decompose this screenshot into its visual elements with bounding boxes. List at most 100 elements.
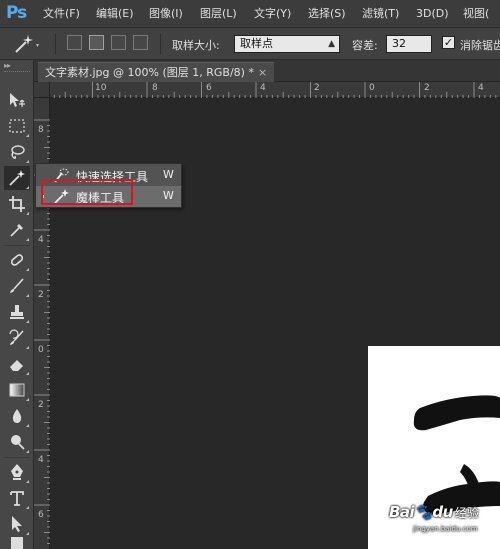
magic-wand-icon	[15, 35, 39, 53]
ruler-label: 6	[38, 510, 44, 520]
panel-grip[interactable]	[4, 71, 30, 73]
ruler-label: 6	[206, 83, 212, 93]
divider	[55, 33, 56, 55]
ruler-label: 8	[38, 125, 44, 135]
blur-icon	[12, 409, 22, 423]
new-selection-button[interactable]	[67, 35, 82, 50]
antialias-label: 消除锯齿	[460, 39, 500, 52]
type-icon	[10, 491, 24, 506]
divider	[4, 457, 30, 458]
ruler-label: 0	[38, 345, 44, 355]
ruler-label: 2	[38, 290, 44, 300]
menu-3d[interactable]: 3D(D)	[416, 6, 449, 22]
select-arrow-icon: ▲	[328, 39, 335, 49]
flyout-item-shortcut: W	[163, 168, 174, 181]
menu-type[interactable]: 文字(Y)	[254, 6, 291, 22]
divider	[160, 33, 161, 55]
blur-tool[interactable]	[4, 404, 30, 428]
submenu-indicator	[26, 346, 29, 349]
history-brush-tool[interactable]	[4, 326, 30, 350]
lasso-tool[interactable]	[4, 140, 30, 164]
watermark-url: jingyan.baidu.com	[413, 525, 478, 533]
watermark-du: du	[432, 503, 453, 521]
move-icon	[10, 93, 25, 107]
menu-filter[interactable]: 滤镜(T)	[362, 6, 399, 22]
sample-size-label: 取样大小:	[172, 39, 220, 52]
menu-select[interactable]: 选择(S)	[308, 6, 346, 22]
sample-size-value: 取样点	[240, 37, 273, 50]
ruler-label: 2	[314, 83, 320, 93]
document-tab[interactable]: 文字素材.jpg @ 100% (图层 1, RGB/8) * ×	[38, 62, 275, 82]
lasso-icon	[11, 145, 25, 159]
ruler-label: 4	[260, 83, 266, 93]
add-to-selection-button[interactable]	[89, 35, 104, 50]
menu-layer[interactable]: 图层(L)	[200, 6, 237, 22]
antialias-checkbox[interactable]: ✓	[442, 36, 455, 49]
path-selection-tool[interactable]	[4, 512, 30, 536]
tool-preset-picker[interactable]	[8, 32, 42, 56]
divider	[4, 245, 30, 246]
tolerance-input[interactable]: 32	[386, 35, 432, 53]
subtract-from-selection-button[interactable]	[111, 35, 126, 50]
dodge-tool[interactable]	[4, 430, 30, 454]
submenu-indicator	[26, 160, 29, 163]
submenu-indicator	[26, 212, 29, 215]
eraser-icon	[10, 360, 23, 371]
tolerance-label: 容差:	[352, 39, 378, 52]
ruler-label: 4	[478, 83, 484, 93]
brush-tool[interactable]	[4, 274, 30, 298]
marquee-tool[interactable]	[4, 114, 30, 138]
menu-image[interactable]: 图像(I)	[149, 6, 183, 22]
pen-icon	[11, 464, 23, 480]
baidu-watermark: Bai🐾du 经验 jingyan.baidu.com	[389, 503, 479, 533]
menu-view[interactable]: 视图(	[463, 6, 489, 22]
eraser-tool[interactable]	[4, 352, 30, 376]
eyedropper-tool[interactable]	[4, 218, 30, 242]
intersect-selection-button[interactable]	[133, 35, 148, 50]
marquee-icon	[9, 119, 25, 133]
healing-brush-tool[interactable]	[4, 248, 30, 272]
collapse-icon[interactable]: ▸▸	[4, 61, 11, 70]
type-tool[interactable]	[4, 486, 30, 510]
history-brush-icon	[9, 329, 24, 345]
magic-wand-tool[interactable]	[4, 166, 30, 190]
submenu-indicator	[26, 424, 29, 427]
ruler-label: 8	[152, 83, 158, 93]
submenu-indicator	[26, 480, 29, 483]
submenu-indicator	[26, 398, 29, 401]
path-selection-icon	[12, 516, 22, 532]
pen-tool[interactable]	[4, 460, 30, 484]
clone-stamp-tool[interactable]	[4, 300, 30, 324]
magic-wand-icon	[9, 170, 25, 186]
move-tool[interactable]	[4, 88, 30, 112]
flyout-item-shortcut: W	[163, 189, 174, 202]
dodge-icon	[11, 435, 25, 450]
submenu-indicator	[26, 268, 29, 271]
menu-edit[interactable]: 编辑(E)	[96, 6, 134, 22]
watermark-brand: Bai	[389, 503, 415, 521]
submenu-indicator	[26, 372, 29, 375]
crop-icon	[9, 196, 25, 212]
document-tab-title: 文字素材.jpg @ 100% (图层 1, RGB/8) *	[45, 66, 254, 79]
submenu-indicator	[26, 532, 29, 535]
submenu-indicator	[26, 320, 29, 323]
menu-file[interactable]: 文件(F)	[43, 6, 80, 22]
shape-tool[interactable]	[4, 536, 30, 549]
paw-icon: 🐾	[414, 503, 433, 521]
photoshop-logo: Ps	[6, 3, 27, 23]
options-bar: 取样大小: 取样点 ▲ 容差: 32 ✓ 消除锯齿	[0, 28, 500, 60]
watermark-sub: 经验	[454, 506, 479, 520]
gradient-icon	[9, 383, 25, 397]
ruler-label: 10	[95, 83, 107, 93]
annotation-highlight-box	[41, 179, 133, 205]
clone-stamp-icon	[10, 305, 24, 319]
submenu-indicator	[26, 134, 29, 137]
sample-size-select[interactable]: 取样点 ▲	[234, 35, 340, 53]
gradient-tool[interactable]	[4, 378, 30, 402]
crop-tool[interactable]	[4, 192, 30, 216]
eyedropper-icon	[10, 224, 23, 237]
close-icon[interactable]: ×	[258, 66, 267, 79]
healing-brush-icon	[10, 254, 24, 266]
shape-icon	[11, 536, 23, 549]
ruler-origin[interactable]	[34, 82, 50, 98]
